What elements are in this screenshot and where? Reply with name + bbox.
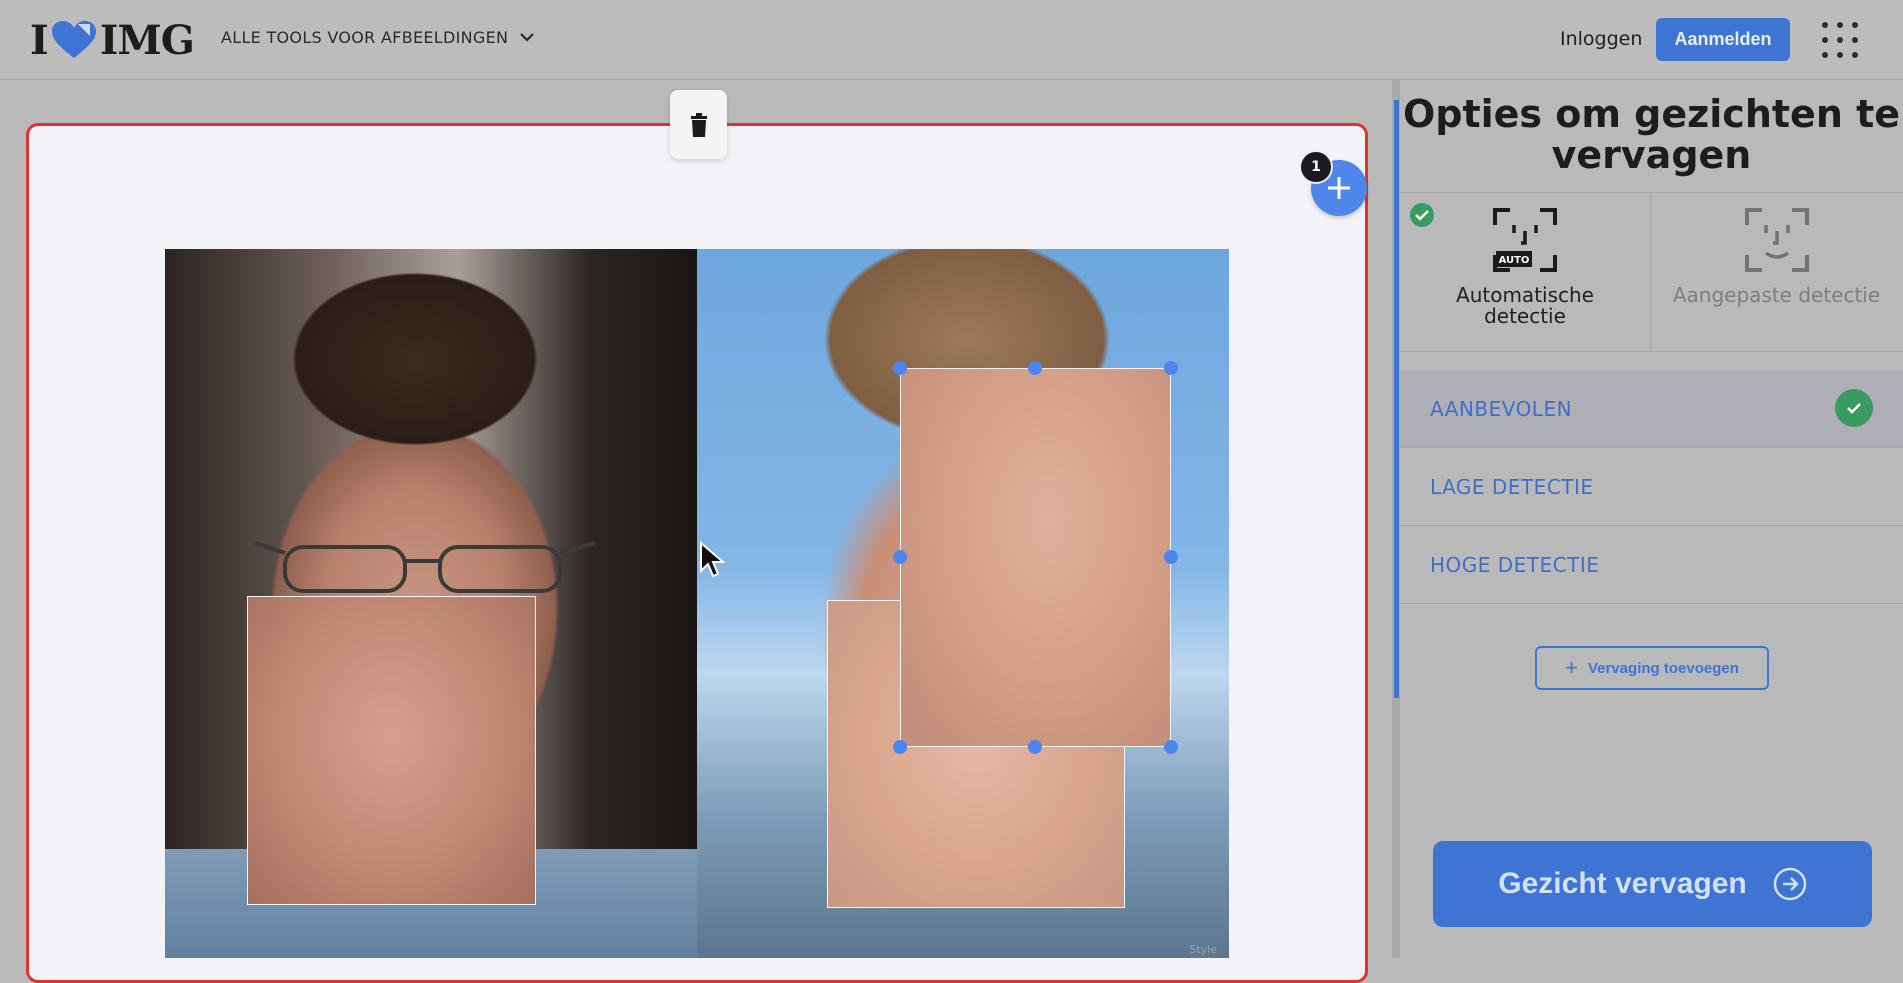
all-tools-label: ALLE TOOLS VOOR AFBEELDINGEN <box>221 28 509 47</box>
signup-button[interactable]: Aanmelden <box>1656 18 1790 61</box>
resize-handle[interactable] <box>893 550 907 564</box>
add-blur-label: Vervaging toevoegen <box>1587 659 1739 677</box>
auto-face-detect-icon: AUTO <box>1493 208 1557 272</box>
panel-title: Opties om gezichten te vervagen <box>1402 92 1901 177</box>
chevron-down-icon <box>520 33 535 42</box>
options-panel: Opties om gezichten te vervagen AUTO Aut… <box>1400 80 1903 958</box>
auto-badge-text: AUTO <box>1499 255 1530 266</box>
face-blur-region-selected[interactable] <box>900 368 1171 747</box>
glasses-shape <box>255 541 595 593</box>
uploaded-photo: Style <box>165 249 1229 958</box>
heart-icon <box>51 21 96 58</box>
option-low-detection[interactable]: LAGE DETECTIE <box>1400 448 1903 526</box>
option-low-label: LAGE DETECTIE <box>1430 474 1594 499</box>
add-blur-button[interactable]: + Vervaging toevoegen <box>1535 646 1769 690</box>
tab-custom-detection[interactable]: Aangepaste detectie <box>1651 193 1902 351</box>
resize-handle[interactable] <box>1164 740 1178 754</box>
resize-handle[interactable] <box>1028 740 1042 754</box>
resize-handle[interactable] <box>893 361 907 375</box>
image-count-badge: 1 <box>1299 150 1333 184</box>
photo-watermark: Style <box>1189 943 1217 956</box>
plus-icon <box>1328 177 1350 199</box>
blur-faces-label: Gezicht vervagen <box>1498 867 1747 900</box>
tab-custom-label: Aangepaste detectie <box>1672 283 1881 307</box>
option-recommended-label: AANBEVOLEN <box>1430 396 1573 421</box>
login-link[interactable]: Inloggen <box>1560 28 1642 50</box>
apps-grid-icon[interactable] <box>1822 22 1858 58</box>
option-high-detection[interactable]: HOGE DETECTIE <box>1400 526 1903 604</box>
selected-check-icon <box>1410 203 1434 227</box>
option-recommended[interactable]: AANBEVOLEN <box>1400 370 1903 448</box>
option-high-label: HOGE DETECTIE <box>1430 552 1600 577</box>
resize-handle[interactable] <box>1164 361 1178 375</box>
trash-icon <box>690 112 707 137</box>
mouse-cursor-icon <box>700 541 725 578</box>
custom-face-detect-icon <box>1744 208 1809 272</box>
tab-automatic-label: Automatische detectie <box>1456 283 1594 328</box>
tab-automatic-detection[interactable]: AUTO Automatische detectie <box>1400 193 1651 351</box>
logo-letter-i: I <box>30 16 49 64</box>
plus-icon: + <box>1565 655 1578 680</box>
resize-handle[interactable] <box>893 740 907 754</box>
top-navbar: I IMG ALLE TOOLS VOOR AFBEELDINGEN Inlog… <box>0 0 1903 80</box>
logo[interactable]: I IMG <box>30 16 195 64</box>
all-tools-dropdown[interactable]: ALLE TOOLS VOOR AFBEELDINGEN <box>221 28 535 47</box>
panel-splitter[interactable] <box>1392 80 1400 958</box>
check-icon <box>1835 389 1873 427</box>
detection-mode-tabs: AUTO Automatische detectie Aangepaste de… <box>1400 192 1903 352</box>
logo-img: IMG <box>99 16 195 64</box>
delete-image-button[interactable] <box>670 90 727 159</box>
resize-handle[interactable] <box>1028 361 1042 375</box>
blur-faces-button[interactable]: Gezicht vervagen <box>1433 841 1872 927</box>
face-blur-region[interactable] <box>247 596 536 905</box>
resize-handle[interactable] <box>1164 550 1178 564</box>
arrow-right-circle-icon <box>1773 867 1806 901</box>
